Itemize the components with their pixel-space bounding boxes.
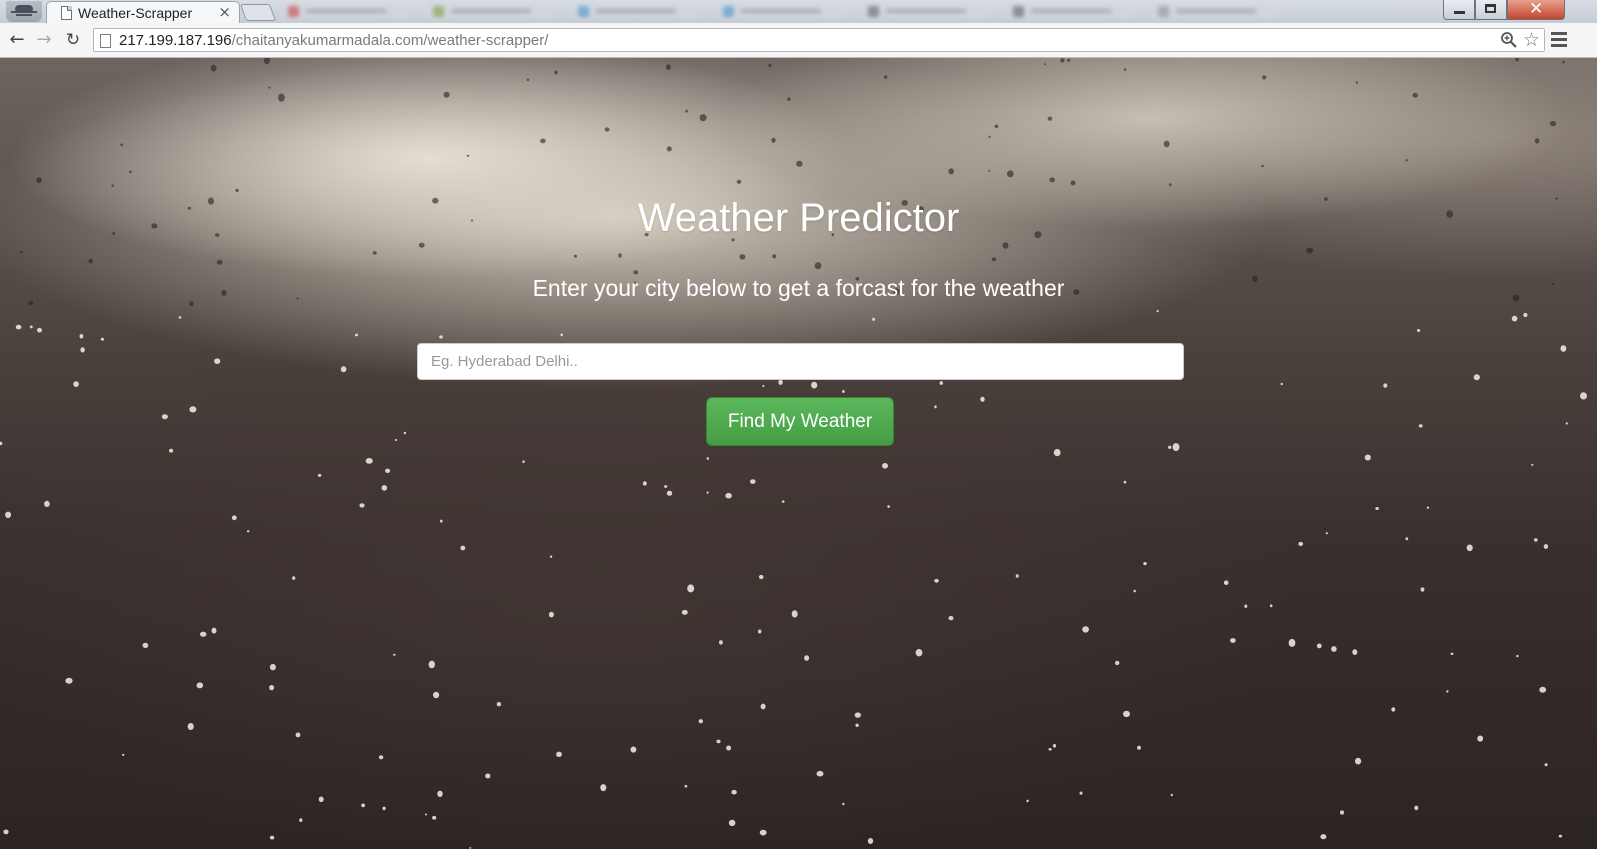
tab-close-icon[interactable]: × [218, 3, 231, 21]
page-viewport: Weather Predictor Enter your city below … [0, 58, 1597, 849]
forward-arrow-icon[interactable]: → [33, 29, 55, 51]
page-subtitle: Enter your city below to get a forcast f… [532, 275, 1065, 301]
zoom-icon[interactable] [1500, 31, 1518, 49]
browser-menu-icon[interactable] [1551, 32, 1567, 47]
new-tab-button[interactable] [239, 4, 277, 21]
tab-title: Weather-Scrapper [78, 5, 193, 21]
page-title: Weather Predictor [637, 196, 960, 240]
page-icon [100, 34, 111, 48]
address-bar-url[interactable]: 217.199.187.196/chaitanyakumarmadala.com… [119, 32, 548, 49]
window-restore-button[interactable] [1475, 0, 1507, 20]
page-icon [61, 6, 72, 20]
hero-section: Weather Predictor Enter your city below … [0, 58, 1597, 849]
back-arrow-icon[interactable]: ← [6, 29, 28, 51]
city-search-input[interactable] [417, 343, 1184, 380]
incognito-icon [6, 1, 42, 22]
address-bar[interactable]: 217.199.187.196/chaitanyakumarmadala.com… [93, 28, 1545, 52]
window-minimize-button[interactable] [1443, 0, 1475, 20]
window-close-button[interactable]: ✕ [1507, 0, 1565, 20]
browser-tab-strip: Weather-Scrapper × ✕ [0, 0, 1597, 24]
browser-toolbar: ← → ↻ 217.199.187.196/chaitanyakumarmada… [0, 23, 1597, 58]
find-weather-button[interactable]: Find My Weather [706, 397, 894, 446]
background-tabs [280, 1, 1430, 21]
bookmark-star-icon[interactable]: ☆ [1523, 29, 1540, 51]
reload-icon[interactable]: ↻ [62, 29, 84, 51]
browser-tab-active[interactable]: Weather-Scrapper × [46, 1, 240, 23]
